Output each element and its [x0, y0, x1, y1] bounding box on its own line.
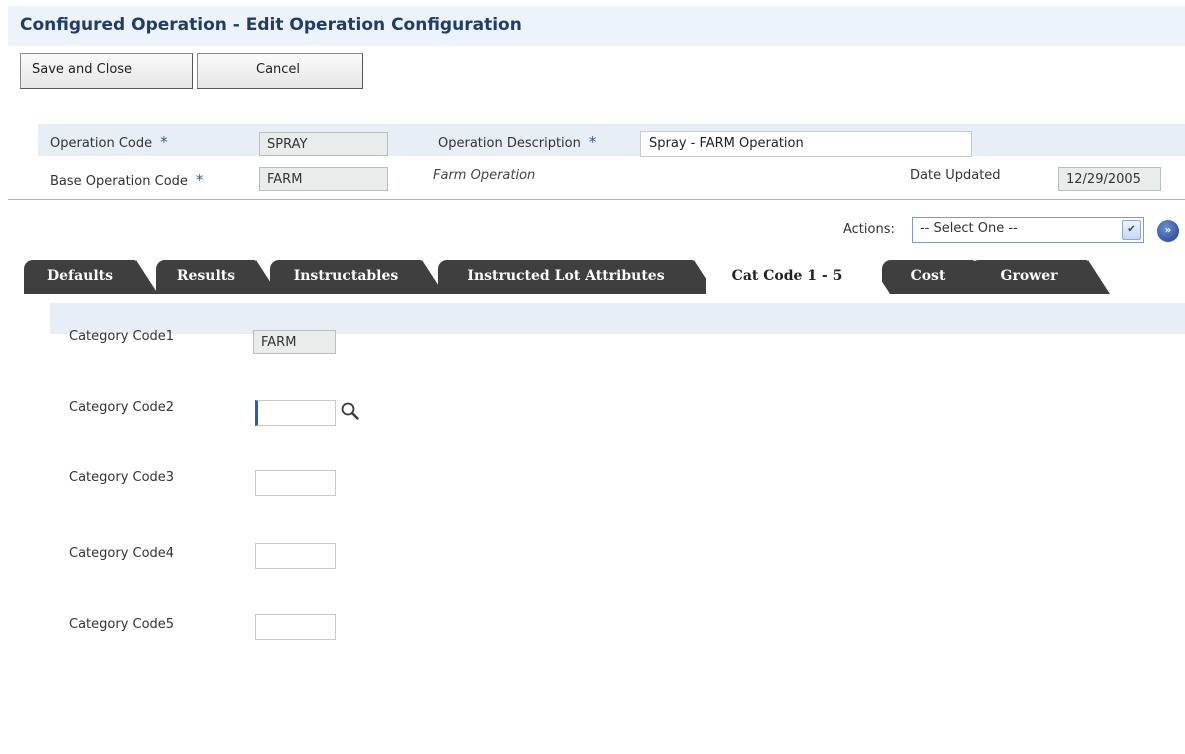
tab-instructed-lot-attributes[interactable]: Instructed Lot Attributes — [438, 260, 716, 294]
operation-code-field: SPRAY — [259, 132, 388, 156]
category-code-5-input[interactable] — [255, 614, 336, 640]
base-operation-code-field: FARM — [259, 167, 388, 191]
tab-instructables[interactable]: Instructables — [270, 260, 444, 294]
category-code-3-input[interactable] — [255, 470, 336, 496]
chevron-down-icon: ✔ — [1122, 220, 1141, 240]
required-marker: * — [195, 171, 204, 189]
category-code-2-input[interactable] — [255, 400, 336, 426]
save-and-close-button[interactable]: Save and Close — [20, 53, 193, 89]
double-chevron-right-icon[interactable]: » — [1157, 220, 1179, 242]
category-code-4-input[interactable] — [255, 543, 336, 569]
category-code-5-label: Category Code5 — [69, 617, 175, 632]
page-title: Configured Operation - Edit Operation Co… — [20, 15, 522, 35]
operation-description-label: Operation Description * — [438, 133, 597, 151]
operation-description-input[interactable]: Spray - FARM Operation — [640, 131, 972, 157]
tab-cost[interactable]: Cost — [882, 260, 996, 294]
category-code-3-label: Category Code3 — [69, 470, 175, 485]
tab-cat-code-1-5[interactable]: Cat Code 1 - 5 — [706, 260, 890, 294]
actions-select[interactable]: -- Select One -- ✔ — [912, 217, 1144, 243]
search-icon[interactable] — [340, 401, 360, 421]
header-row-2 — [38, 156, 1185, 198]
tab-defaults[interactable]: Defaults — [24, 260, 158, 294]
header-divider — [8, 199, 1185, 200]
date-updated-label: Date Updated — [910, 168, 1001, 183]
actions-select-value: -- Select One -- — [920, 221, 1018, 236]
required-marker: * — [160, 133, 168, 151]
category-code-2-label: Category Code2 — [69, 400, 175, 415]
category-code-4-label: Category Code4 — [69, 546, 175, 561]
base-operation-code-label: Base Operation Code * — [50, 171, 204, 189]
header-band — [38, 124, 1185, 156]
base-operation-description: Farm Operation — [433, 168, 536, 183]
actions-label: Actions: — [843, 222, 895, 237]
title-bar: Configured Operation - Edit Operation Co… — [8, 6, 1185, 46]
date-updated-field: 12/29/2005 — [1058, 167, 1161, 191]
category-code-1-label: Category Code1 — [69, 329, 175, 344]
tab-results[interactable]: Results — [156, 260, 278, 294]
operation-code-label: Operation Code * — [50, 133, 168, 151]
cancel-button[interactable]: Cancel — [197, 53, 363, 89]
category-code-1-field: FARM — [253, 330, 336, 354]
required-marker: * — [588, 133, 597, 151]
tab-strip: Defaults Results Instructables Instructe… — [8, 260, 1185, 294]
tab-content-band — [50, 303, 1185, 334]
